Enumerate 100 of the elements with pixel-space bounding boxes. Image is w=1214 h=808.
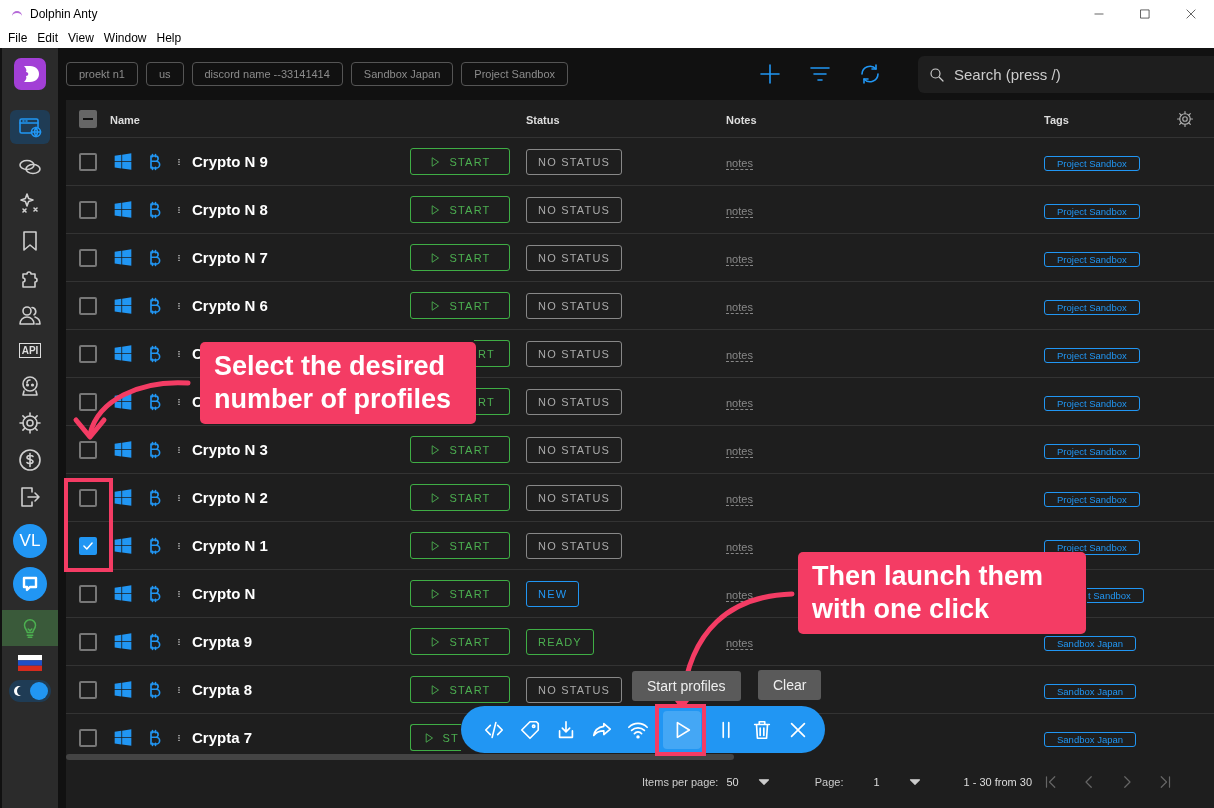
start-button[interactable]: START	[410, 148, 510, 175]
trash-icon[interactable]	[751, 718, 773, 741]
profile-name[interactable]: Crypto N 7	[192, 248, 268, 266]
status-badge[interactable]: READY	[526, 628, 594, 655]
notes-link[interactable]: notes	[726, 300, 753, 314]
tag-icon[interactable]	[519, 718, 541, 741]
tag-chip[interactable]: Project Sandbox	[1044, 443, 1140, 459]
status-badge[interactable]: NO STATUS	[526, 196, 623, 223]
tag-chip[interactable]: Sandbox Japan	[1044, 635, 1137, 651]
notes-link[interactable]: notes	[726, 444, 753, 458]
filter-chip[interactable]: us	[145, 62, 184, 86]
start-button[interactable]: START	[410, 484, 510, 511]
status-badge[interactable]: NO STATUS	[526, 484, 623, 511]
row-checkbox[interactable]	[79, 392, 97, 411]
notes-link[interactable]: notes	[726, 540, 753, 554]
sidebar-item[interactable]	[10, 110, 50, 144]
notes-link[interactable]: notes	[726, 348, 753, 362]
column-header[interactable]: Tags	[1044, 113, 1069, 126]
tag-chip[interactable]: Project Sandbox	[1044, 203, 1140, 219]
status-badge[interactable]: NEW	[526, 580, 580, 607]
status-badge[interactable]: NO STATUS	[526, 436, 623, 463]
row-checkbox[interactable]	[79, 248, 97, 267]
profile-name[interactable]: Crypto N 2	[192, 488, 268, 506]
profile-name[interactable]: Crypta 9	[192, 632, 253, 650]
notes-link[interactable]: notes	[726, 492, 753, 506]
column-header[interactable]: Notes	[726, 113, 757, 126]
menu-item[interactable]: Edit	[37, 31, 59, 45]
settings-icon[interactable]	[1176, 109, 1194, 128]
exit-icon[interactable]	[18, 485, 42, 509]
profile-name[interactable]: Crypto N 9	[192, 152, 268, 170]
status-badge[interactable]: NO STATUS	[526, 244, 623, 271]
start-button[interactable]: ST	[410, 724, 461, 751]
status-badge[interactable]: NO STATUS	[526, 388, 623, 415]
row-checkbox[interactable]	[79, 680, 97, 699]
start-button[interactable]: START	[410, 628, 510, 655]
start-button[interactable]: START	[410, 532, 510, 559]
row-checkbox[interactable]	[79, 152, 97, 171]
start-button[interactable]: START	[410, 436, 510, 463]
status-badge[interactable]: NO STATUS	[526, 340, 623, 367]
tag-chip[interactable]: Project Sandbox	[1044, 155, 1140, 171]
scrollbar-thumb[interactable]	[66, 754, 734, 760]
filter-chip[interactable]: Sandbox Japan	[350, 62, 454, 86]
notes-link[interactable]: notes	[726, 588, 753, 602]
filter-chip[interactable]: Project Sandbox	[461, 62, 569, 86]
filter-chip[interactable]: proekt n1	[66, 62, 138, 86]
start-button[interactable]: START	[410, 244, 510, 271]
row-checkbox[interactable]	[79, 296, 97, 315]
users-icon[interactable]	[18, 303, 42, 327]
row-checkbox[interactable]	[79, 584, 97, 603]
tag-chip[interactable]: Project Sandbox	[1044, 299, 1140, 315]
tips-button[interactable]	[2, 610, 58, 646]
profile-name[interactable]: Crypto N 3	[192, 440, 268, 458]
tag-chip[interactable]: Sandbox Japan	[1044, 731, 1137, 747]
browser-icon[interactable]	[18, 115, 42, 139]
profile-name[interactable]: Crypta 7	[192, 728, 253, 746]
menu-item[interactable]: Window	[103, 31, 147, 45]
refresh-icon[interactable]	[858, 62, 882, 86]
row-checkbox[interactable]	[79, 440, 97, 459]
column-header[interactable]: Status	[526, 113, 560, 126]
tag-chip[interactable]: Sandbox Japan	[1044, 683, 1137, 699]
column-header[interactable]: Name	[110, 113, 140, 126]
tag-chip[interactable]: Project Sandbox	[1044, 491, 1140, 507]
items-per-page-select[interactable]: 50	[726, 773, 773, 791]
start-button[interactable]: START	[410, 676, 510, 703]
menu-item[interactable]: View	[68, 31, 94, 45]
menu-item[interactable]: File	[8, 31, 28, 45]
tag-chip[interactable]: t Sandbox	[1087, 587, 1144, 603]
filter-chip[interactable]: discord name --33141414	[191, 62, 343, 86]
notes-link[interactable]: notes	[726, 156, 753, 170]
profile-name[interactable]: Crypto N 8	[192, 200, 268, 218]
status-badge[interactable]: NO STATUS	[526, 532, 623, 559]
menu-item[interactable]: Help	[156, 31, 182, 45]
row-checkbox[interactable]	[79, 344, 97, 363]
row-checkbox[interactable]	[79, 200, 97, 219]
search-field[interactable]: Search (press /)	[918, 55, 1214, 93]
app-logo[interactable]	[14, 58, 46, 90]
chat-button[interactable]	[13, 567, 47, 601]
tag-chip[interactable]: Project Sandbox	[1044, 395, 1140, 411]
notes-link[interactable]: notes	[726, 204, 753, 218]
dollar-icon[interactable]	[18, 448, 42, 472]
notes-link[interactable]: notes	[726, 636, 753, 650]
language-flag-icon[interactable]	[18, 655, 42, 671]
row-checkbox[interactable]	[79, 488, 97, 507]
status-badge[interactable]: NO STATUS	[526, 148, 623, 175]
profile-name[interactable]: Crypto N 6	[192, 296, 268, 314]
row-checkbox[interactable]	[79, 632, 97, 651]
api-label[interactable]: API	[18, 343, 42, 358]
select-all-checkbox[interactable]	[79, 109, 97, 128]
status-badge[interactable]: NO STATUS	[526, 676, 623, 703]
start-button[interactable]: START	[410, 292, 510, 319]
profile-name[interactable]: Crypta 8	[192, 680, 253, 698]
play-icon[interactable]	[663, 710, 701, 749]
notes-link[interactable]: notes	[726, 396, 753, 410]
profile-name[interactable]: Crypto N	[192, 584, 256, 602]
start-button[interactable]: START	[410, 580, 510, 607]
add-icon[interactable]	[758, 62, 782, 86]
row-checkbox[interactable]	[79, 536, 97, 555]
settings-icon[interactable]	[18, 411, 42, 435]
notes-link[interactable]: notes	[726, 252, 753, 266]
status-badge[interactable]: NO STATUS	[526, 292, 623, 319]
